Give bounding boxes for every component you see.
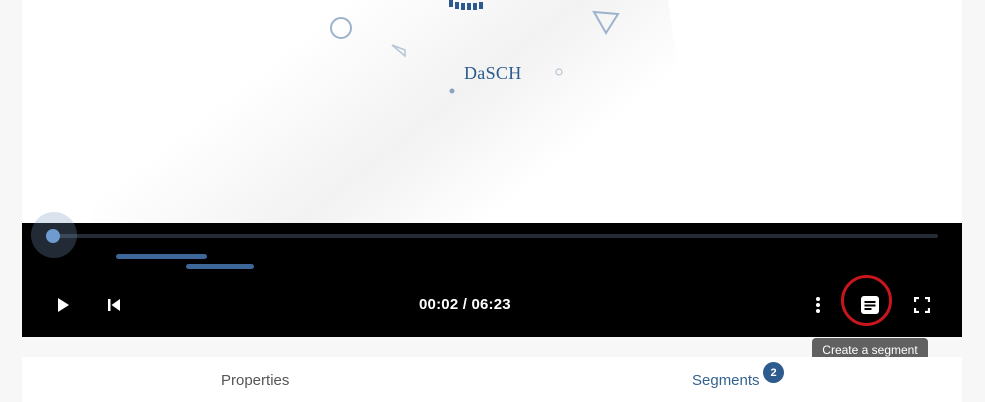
segment-bar[interactable] bbox=[186, 264, 254, 269]
play-button[interactable] bbox=[48, 290, 78, 320]
media-preview: DaSCH bbox=[22, 0, 962, 223]
progress-track[interactable] bbox=[53, 234, 938, 238]
triangle-shape bbox=[592, 10, 620, 35]
circle-shape bbox=[330, 17, 352, 39]
time-display: 00:02 / 06:23 bbox=[419, 296, 511, 313]
logo-ring-segments bbox=[449, 0, 483, 10]
fullscreen-button[interactable] bbox=[907, 290, 937, 320]
logo-text: DaSCH bbox=[464, 63, 522, 83]
dot-shape bbox=[449, 88, 455, 94]
more-vert-icon bbox=[816, 297, 820, 313]
segment-bar[interactable] bbox=[116, 254, 207, 259]
small-triangle-shape bbox=[391, 44, 406, 58]
fullscreen-icon bbox=[914, 297, 930, 313]
tab-properties[interactable]: Properties bbox=[221, 372, 289, 389]
progress-thumb[interactable] bbox=[46, 229, 60, 243]
tab-segments[interactable]: Segments bbox=[692, 372, 760, 389]
small-circle-shape bbox=[555, 68, 563, 76]
video-player-controls: 00:02 / 06:23 bbox=[22, 212, 962, 337]
rewind-button[interactable] bbox=[99, 290, 129, 320]
highlight-ring bbox=[841, 275, 892, 326]
dasch-logo-art bbox=[330, 0, 620, 94]
tab-bar: Properties Segments 2 bbox=[22, 357, 962, 402]
skip-previous-icon bbox=[108, 299, 120, 311]
play-icon bbox=[58, 298, 69, 312]
segments-count-badge: 2 bbox=[763, 362, 784, 383]
more-options-button[interactable] bbox=[803, 290, 833, 320]
